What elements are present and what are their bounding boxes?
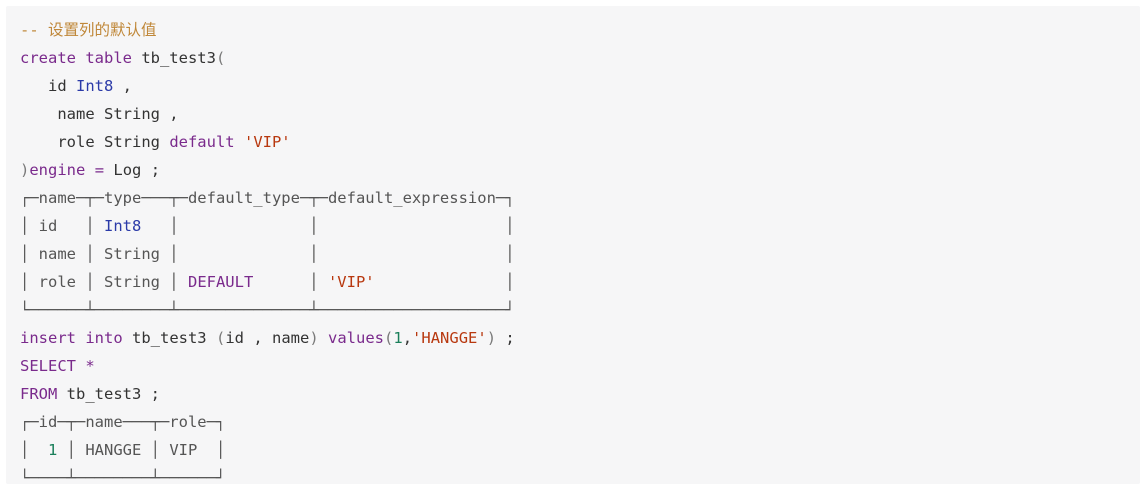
code-line: │ role │ String │ DEFAULT │ 'VIP' │: [20, 268, 1140, 296]
code-token-kw: engine: [29, 161, 86, 179]
code-lines: -- 设置列的默认值 create table tb_test3( id Int8…: [20, 16, 1140, 492]
code-line: insert into tb_test3 (id , name) values(…: [20, 324, 1140, 352]
code-token-punct: ): [309, 329, 319, 347]
code-token-punct: ): [486, 329, 497, 347]
code-token-box: │: [20, 441, 48, 459]
code-token-plain: tb_test3 ;: [57, 385, 160, 403]
code-token-str: 'VIP': [327, 273, 375, 291]
code-token-punct: ): [20, 161, 30, 179]
code-token-plain: tb_test3: [131, 49, 216, 67]
code-block: -- 设置列的默认值 create table tb_test3( id Int8…: [6, 6, 1140, 487]
code-token-punct: (: [215, 329, 226, 347]
code-line: └────┴────────┴──────┘: [20, 464, 1140, 492]
code-token-num: 1: [48, 441, 58, 459]
code-line: create table tb_test3(: [20, 44, 1140, 72]
code-token-type: Int8: [76, 77, 114, 95]
code-line: )engine = Log ;: [20, 156, 1140, 184]
code-token-kw: DEFAULT: [187, 273, 254, 291]
code-line: │ id │ Int8 │ │ │: [20, 212, 1140, 240]
code-token-plain: tb_test3: [122, 329, 216, 347]
code-token-str: 'HANGGE': [412, 329, 487, 347]
code-token-plain: ;: [496, 329, 515, 347]
code-token-kw: =: [94, 161, 105, 179]
code-token-plain: name String ,: [20, 105, 179, 123]
code-line: SELECT *: [20, 352, 1140, 380]
code-token-plain: ,: [402, 329, 413, 347]
code-token-box: └────┴────────┴──────┘: [20, 469, 226, 487]
code-token-kw: FROM: [20, 385, 58, 403]
code-token-type: Int8: [104, 217, 142, 235]
code-token-box: │: [253, 273, 328, 291]
code-token-plain: role String: [20, 133, 170, 151]
code-token-box: │: [374, 273, 515, 291]
code-token-punct: (: [384, 329, 394, 347]
code-token-kw: create table: [20, 49, 132, 67]
code-line: ┌─id─┬─name───┬─role─┐: [20, 408, 1140, 436]
code-line: id Int8 ,: [20, 72, 1140, 100]
code-token-comment: -- 设置列的默认值: [20, 21, 157, 39]
code-line: role String default 'VIP': [20, 128, 1140, 156]
code-line: -- 设置列的默认值: [20, 16, 1140, 44]
code-token-kw: SELECT: [20, 357, 76, 375]
code-line: name String ,: [20, 100, 1140, 128]
code-token-kw: *: [85, 357, 95, 375]
code-token-kw: values: [328, 329, 385, 347]
code-line: ┌─name─┬─type───┬─default_type─┬─default…: [20, 184, 1140, 212]
code-token-box: │ │ │: [141, 217, 515, 235]
code-token-plain: ,: [113, 77, 132, 95]
code-line: │ 1 │ HANGGE │ VIP │: [20, 436, 1140, 464]
code-line: FROM tb_test3 ;: [20, 380, 1140, 408]
code-line: └──────┴────────┴──────────────┴────────…: [20, 296, 1140, 324]
code-token-kw: default: [169, 133, 235, 151]
code-token-box: │ role │ String │: [20, 273, 188, 291]
code-token-plain: Log ;: [104, 161, 161, 179]
code-token-str: 'VIP': [243, 133, 291, 151]
code-token-box: ┌─name─┬─type───┬─default_type─┬─default…: [20, 189, 515, 207]
code-token-plain: id: [20, 77, 76, 95]
code-line: │ name │ String │ │ │: [20, 240, 1140, 268]
code-token-box: │ name │ String │ │ │: [20, 245, 515, 263]
code-token-box: └──────┴────────┴──────────────┴────────…: [20, 301, 515, 319]
code-token-box: │ HANGGE │ VIP │: [57, 441, 226, 459]
code-token-plain: id , name: [225, 329, 310, 347]
code-token-num: 1: [393, 329, 403, 347]
code-token-punct: (: [215, 49, 226, 67]
code-token-kw: insert into: [20, 329, 123, 347]
code-token-box: ┌─id─┬─name───┬─role─┐: [20, 413, 226, 431]
code-token-box: │ id │: [20, 217, 104, 235]
